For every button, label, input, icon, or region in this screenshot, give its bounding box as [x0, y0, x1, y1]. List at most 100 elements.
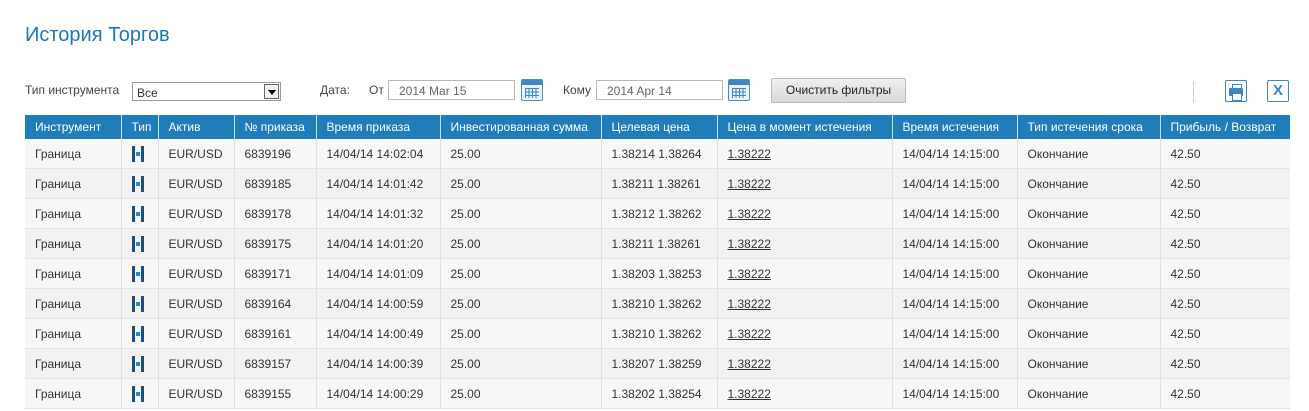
chevron-down-icon[interactable] [264, 84, 279, 99]
amount-cell: 25.00 [440, 139, 602, 169]
date-to-label: Кому [563, 83, 592, 97]
order-time-cell: 14/04/14 14:02:04 [316, 139, 441, 169]
expiry-price-link[interactable]: 1.38222 [728, 327, 771, 341]
expiry-time-cell: 14/04/14 14:15:00 [892, 168, 1018, 199]
type-cell [121, 139, 159, 169]
table-row: Граница EUR/USD 6839178 14/04/14 14:01:32 25… [25, 198, 1290, 229]
type-cell [121, 228, 159, 259]
table-row: Граница EUR/USD 6839196 14/04/14 14:02:04 25… [25, 139, 1290, 169]
target-price-cell: 1.38211 1.38261 [601, 228, 718, 259]
order-time-cell: 14/04/14 14:00:29 [316, 378, 441, 409]
date-label: Дата: [320, 83, 350, 97]
instrument-cell: Граница [25, 288, 122, 319]
col-asset[interactable]: Актив [158, 115, 235, 139]
boundary-type-icon [131, 265, 144, 282]
filters-bar: Тип инструмента Все Дата: От 2014 Mar 15… [0, 76, 1309, 106]
calendar-icon[interactable] [728, 79, 750, 101]
expiry-price-link[interactable]: 1.38222 [728, 177, 771, 191]
instrument-type-select[interactable]: Все [132, 82, 281, 101]
expiry-price-cell: 1.38222 [717, 258, 893, 289]
table-row: Граница EUR/USD 6839164 14/04/14 14:00:59 25… [25, 288, 1290, 319]
target-price-cell: 1.38207 1.38259 [601, 348, 718, 379]
order-number-cell: 6839157 [234, 348, 317, 379]
profit-cell: 42.50 [1160, 228, 1290, 259]
type-cell [121, 198, 159, 229]
calendar-icon[interactable] [521, 79, 543, 101]
order-number-cell: 6839185 [234, 168, 317, 199]
expiry-price-link[interactable]: 1.38222 [728, 207, 771, 221]
type-cell [121, 378, 159, 409]
target-price-cell: 1.38211 1.38261 [601, 168, 718, 199]
col-expiry-type[interactable]: Тип истечения срока [1017, 115, 1161, 139]
expiry-time-cell: 14/04/14 14:15:00 [892, 258, 1018, 289]
col-expiry-price[interactable]: Цена в момент истечения [717, 115, 893, 139]
col-order-number[interactable]: № приказа [234, 115, 317, 139]
order-number-cell: 6839155 [234, 378, 317, 409]
amount-cell: 25.00 [440, 378, 602, 409]
col-profit[interactable]: Прибыль / Возврат [1160, 115, 1290, 139]
date-to-input[interactable]: 2014 Apr 14 [596, 80, 723, 100]
profit-cell: 42.50 [1160, 258, 1290, 289]
amount-cell: 25.00 [440, 348, 602, 379]
expiry-price-link[interactable]: 1.38222 [728, 147, 771, 161]
profit-cell: 42.50 [1160, 168, 1290, 199]
order-time-cell: 14/04/14 14:00:39 [316, 348, 441, 379]
order-time-cell: 14/04/14 14:01:09 [316, 258, 441, 289]
order-time-cell: 14/04/14 14:00:49 [316, 318, 441, 349]
expiry-price-link[interactable]: 1.38222 [728, 267, 771, 281]
col-instrument[interactable]: Инструмент [25, 115, 122, 139]
type-cell [121, 168, 159, 199]
order-number-cell: 6839161 [234, 318, 317, 349]
print-icon[interactable] [1225, 80, 1247, 102]
table-row: Граница EUR/USD 6839171 14/04/14 14:01:09 25… [25, 258, 1290, 289]
expiry-time-cell: 14/04/14 14:15:00 [892, 348, 1018, 379]
instrument-cell: Граница [25, 168, 122, 199]
type-cell [121, 318, 159, 349]
asset-cell: EUR/USD [158, 348, 235, 379]
expiry-type-cell: Окончание [1017, 288, 1161, 319]
col-expiry-time[interactable]: Время истечения [892, 115, 1018, 139]
expiry-type-cell: Окончание [1017, 318, 1161, 349]
excel-icon[interactable]: X [1267, 80, 1289, 102]
expiry-price-link[interactable]: 1.38222 [728, 357, 771, 371]
instrument-cell: Граница [25, 348, 122, 379]
expiry-type-cell: Окончание [1017, 348, 1161, 379]
col-invested-amount[interactable]: Инвестированная сумма [440, 115, 602, 139]
expiry-time-cell: 14/04/14 14:15:00 [892, 378, 1018, 409]
asset-cell: EUR/USD [158, 198, 235, 229]
amount-cell: 25.00 [440, 258, 602, 289]
expiry-price-link[interactable]: 1.38222 [728, 237, 771, 251]
date-from-label: От [369, 83, 384, 97]
col-target-price[interactable]: Целевая цена [601, 115, 718, 139]
boundary-type-icon [131, 385, 144, 402]
expiry-price-cell: 1.38222 [717, 168, 893, 199]
toolbar-divider [1193, 81, 1194, 103]
target-price-cell: 1.38203 1.38253 [601, 258, 718, 289]
expiry-price-link[interactable]: 1.38222 [728, 297, 771, 311]
boundary-type-icon [131, 205, 144, 222]
col-type[interactable]: Тип [121, 115, 159, 139]
clear-filters-button[interactable]: Очистить фильтры [771, 78, 906, 103]
order-number-cell: 6839164 [234, 288, 317, 319]
col-order-time[interactable]: Время приказа [316, 115, 441, 139]
amount-cell: 25.00 [440, 168, 602, 199]
expiry-time-cell: 14/04/14 14:15:00 [892, 288, 1018, 319]
expiry-time-cell: 14/04/14 14:15:00 [892, 198, 1018, 229]
expiry-price-cell: 1.38222 [717, 378, 893, 409]
expiry-price-link[interactable]: 1.38222 [728, 387, 771, 401]
type-cell [121, 258, 159, 289]
type-cell [121, 348, 159, 379]
date-from-input[interactable]: 2014 Mar 15 [388, 80, 515, 100]
order-number-cell: 6839171 [234, 258, 317, 289]
asset-cell: EUR/USD [158, 139, 235, 169]
trade-history-table: Инструмент Тип Актив № приказа Время при… [25, 115, 1290, 409]
expiry-price-cell: 1.38222 [717, 288, 893, 319]
order-time-cell: 14/04/14 14:01:32 [316, 198, 441, 229]
target-price-cell: 1.38210 1.38262 [601, 288, 718, 319]
asset-cell: EUR/USD [158, 168, 235, 199]
profit-cell: 42.50 [1160, 318, 1290, 349]
asset-cell: EUR/USD [158, 318, 235, 349]
instrument-cell: Граница [25, 318, 122, 349]
order-number-cell: 6839196 [234, 139, 317, 169]
expiry-price-cell: 1.38222 [717, 348, 893, 379]
